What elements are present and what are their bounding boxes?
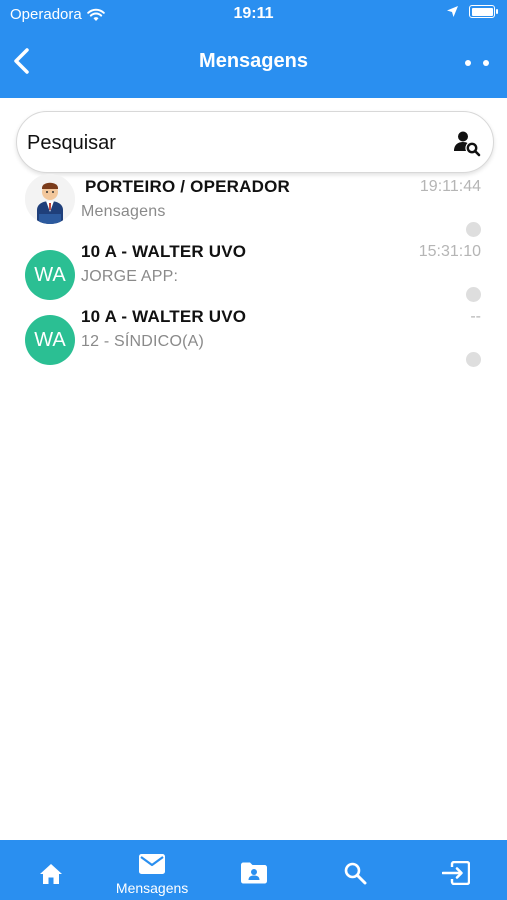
list-item[interactable]: PORTEIRO / OPERADOR Mensagens 19:11:44 — [0, 172, 507, 237]
conversation-name: 10 A - WALTER UVO — [81, 242, 247, 261]
page-title: Mensagens — [199, 50, 308, 72]
unread-indicator — [466, 222, 481, 237]
conversation-name: 10 A - WALTER UVO — [81, 307, 247, 326]
unread-indicator — [466, 352, 481, 367]
search-user-icon[interactable] — [453, 129, 481, 157]
tab-label: Mensagens — [115, 880, 189, 896]
conversation-list: PORTEIRO / OPERADOR Mensagens 19:11:44 W… — [0, 172, 507, 367]
conversation-time: -- — [470, 308, 481, 325]
doorman-avatar-icon — [25, 174, 75, 224]
tab-home[interactable] — [0, 840, 101, 900]
unread-indicator — [466, 287, 481, 302]
location-arrow-icon — [447, 6, 458, 17]
search-input[interactable] — [27, 126, 447, 160]
nav-bar: Mensagens — [0, 28, 507, 98]
contacts-folder-icon — [240, 862, 267, 884]
avatar: WA — [25, 250, 75, 300]
conversation-preview: 12 - SÍNDICO(A) — [81, 333, 205, 350]
tab-logout[interactable] — [406, 840, 507, 900]
tab-bar: Mensagens — [0, 840, 507, 900]
more-dot-icon — [483, 60, 489, 66]
more-dot-icon — [465, 60, 471, 66]
conversation-preview: JORGE APP: — [81, 268, 179, 285]
conversation-time: 19:11:44 — [419, 178, 481, 195]
battery-icon — [469, 5, 498, 18]
conversation-time: 15:31:10 — [418, 243, 481, 260]
tab-messages[interactable]: Mensagens — [101, 840, 202, 900]
conversation-preview: Mensagens — [81, 203, 166, 220]
tab-search[interactable] — [304, 840, 405, 900]
list-item[interactable]: WA 10 A - WALTER UVO JORGE APP: 15:31:10 — [0, 237, 507, 302]
status-right-group — [446, 5, 498, 18]
avatar: WA — [25, 315, 75, 365]
status-time: 19:11 — [233, 5, 274, 22]
conversation-name: PORTEIRO / OPERADOR — [85, 177, 290, 196]
search-bar — [16, 111, 494, 173]
list-item[interactable]: WA 10 A - WALTER UVO 12 - SÍNDICO(A) -- — [0, 302, 507, 367]
home-icon — [39, 864, 62, 884]
search-icon — [344, 862, 367, 885]
tab-contacts[interactable] — [203, 840, 304, 900]
mail-icon — [139, 854, 166, 874]
logout-icon — [442, 861, 471, 885]
more-options-button[interactable] — [465, 56, 489, 70]
status-bar: Operadora 19:11 — [0, 0, 507, 28]
